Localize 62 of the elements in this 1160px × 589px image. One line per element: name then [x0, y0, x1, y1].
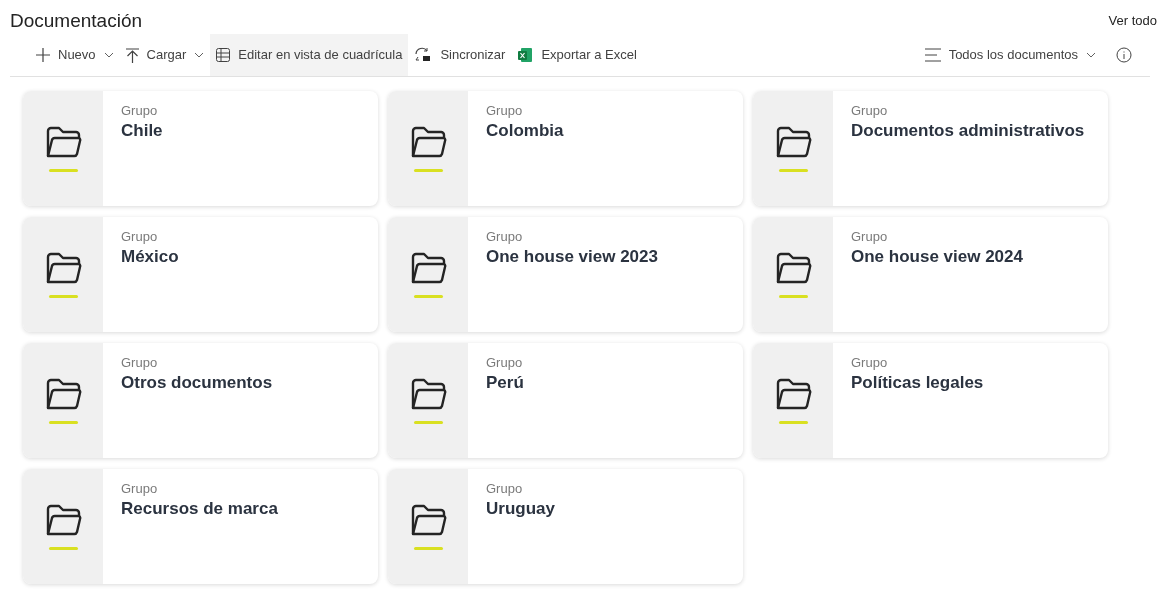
group-name: Documentos administrativos — [851, 120, 1085, 141]
upload-icon — [125, 47, 139, 63]
toolbar-button[interactable]: Cargar — [119, 34, 211, 76]
group-name: Recursos de marca — [121, 498, 278, 519]
menu-icon — [924, 48, 941, 62]
group-card[interactable]: Grupo México — [23, 217, 378, 332]
group-card[interactable]: Grupo Chile — [23, 91, 378, 206]
group-name: Políticas legales — [851, 372, 984, 393]
toolbar-button[interactable]: Editar en vista de cuadrícula — [210, 34, 409, 76]
group-label: Grupo — [486, 354, 524, 372]
group-name: Otros documentos — [121, 372, 273, 393]
toolbar-button[interactable]: Nuevo — [30, 34, 120, 76]
section-title: Documentación — [10, 8, 143, 33]
group-card[interactable]: Grupo Recursos de marca — [23, 469, 378, 584]
group-label: Grupo — [851, 354, 889, 372]
group-label: Grupo — [851, 102, 889, 120]
group-label: Grupo — [121, 228, 159, 246]
group-name: One house view 2024 — [851, 246, 1023, 267]
group-card[interactable]: Grupo One house view 2023 — [388, 217, 743, 332]
info-icon[interactable] — [1116, 47, 1132, 63]
accent-bar — [48, 295, 78, 298]
group-label: Grupo — [486, 228, 524, 246]
toolbar-button[interactable]: Sincronizar — [408, 34, 512, 76]
accent-bar — [778, 169, 808, 172]
accent-bar — [413, 295, 443, 298]
group-card[interactable]: Grupo Uruguay — [388, 469, 743, 584]
group-name: One house view 2023 — [486, 246, 658, 267]
table-icon — [216, 48, 231, 62]
accent-bar — [413, 421, 443, 424]
accent-bar — [48, 421, 78, 424]
chevron-down-icon — [194, 52, 205, 58]
group-card[interactable]: Grupo Colombia — [388, 91, 743, 206]
group-card[interactable]: Grupo Perú — [388, 343, 743, 458]
accent-bar — [48, 169, 78, 172]
plus-icon — [36, 48, 50, 62]
group-label: Grupo — [121, 102, 159, 120]
group-name: Uruguay — [486, 498, 555, 519]
group-card[interactable]: Grupo Políticas legales — [753, 343, 1108, 458]
group-label: Grupo — [121, 354, 159, 372]
accent-bar — [778, 295, 808, 298]
excel-icon — [517, 47, 534, 63]
group-name: México — [121, 246, 179, 267]
accent-bar — [413, 169, 443, 172]
toolbar-button[interactable]: Exportar a Excel — [511, 34, 643, 76]
accent-bar — [778, 421, 808, 424]
accent-bar — [413, 547, 443, 550]
group-label: Grupo — [121, 480, 159, 498]
group-name: Chile — [121, 120, 163, 141]
chevron-down-icon — [1086, 52, 1096, 58]
group-card[interactable]: Grupo Documentos administrativos — [753, 91, 1108, 206]
chevron-down-icon — [103, 52, 114, 58]
group-label: Grupo — [851, 228, 889, 246]
group-name: Colombia — [486, 120, 564, 141]
sync-icon — [414, 47, 433, 63]
group-label: Grupo — [486, 480, 524, 498]
accent-bar — [48, 547, 78, 550]
group-label: Grupo — [486, 102, 524, 120]
view-selector[interactable]: Todos los documentos — [924, 45, 1096, 65]
group-card[interactable]: Grupo Otros documentos — [23, 343, 378, 458]
group-card[interactable]: Grupo One house view 2024 — [753, 217, 1108, 332]
group-name: Perú — [486, 372, 524, 393]
see-all-link[interactable]: Ver todo — [1108, 11, 1157, 31]
